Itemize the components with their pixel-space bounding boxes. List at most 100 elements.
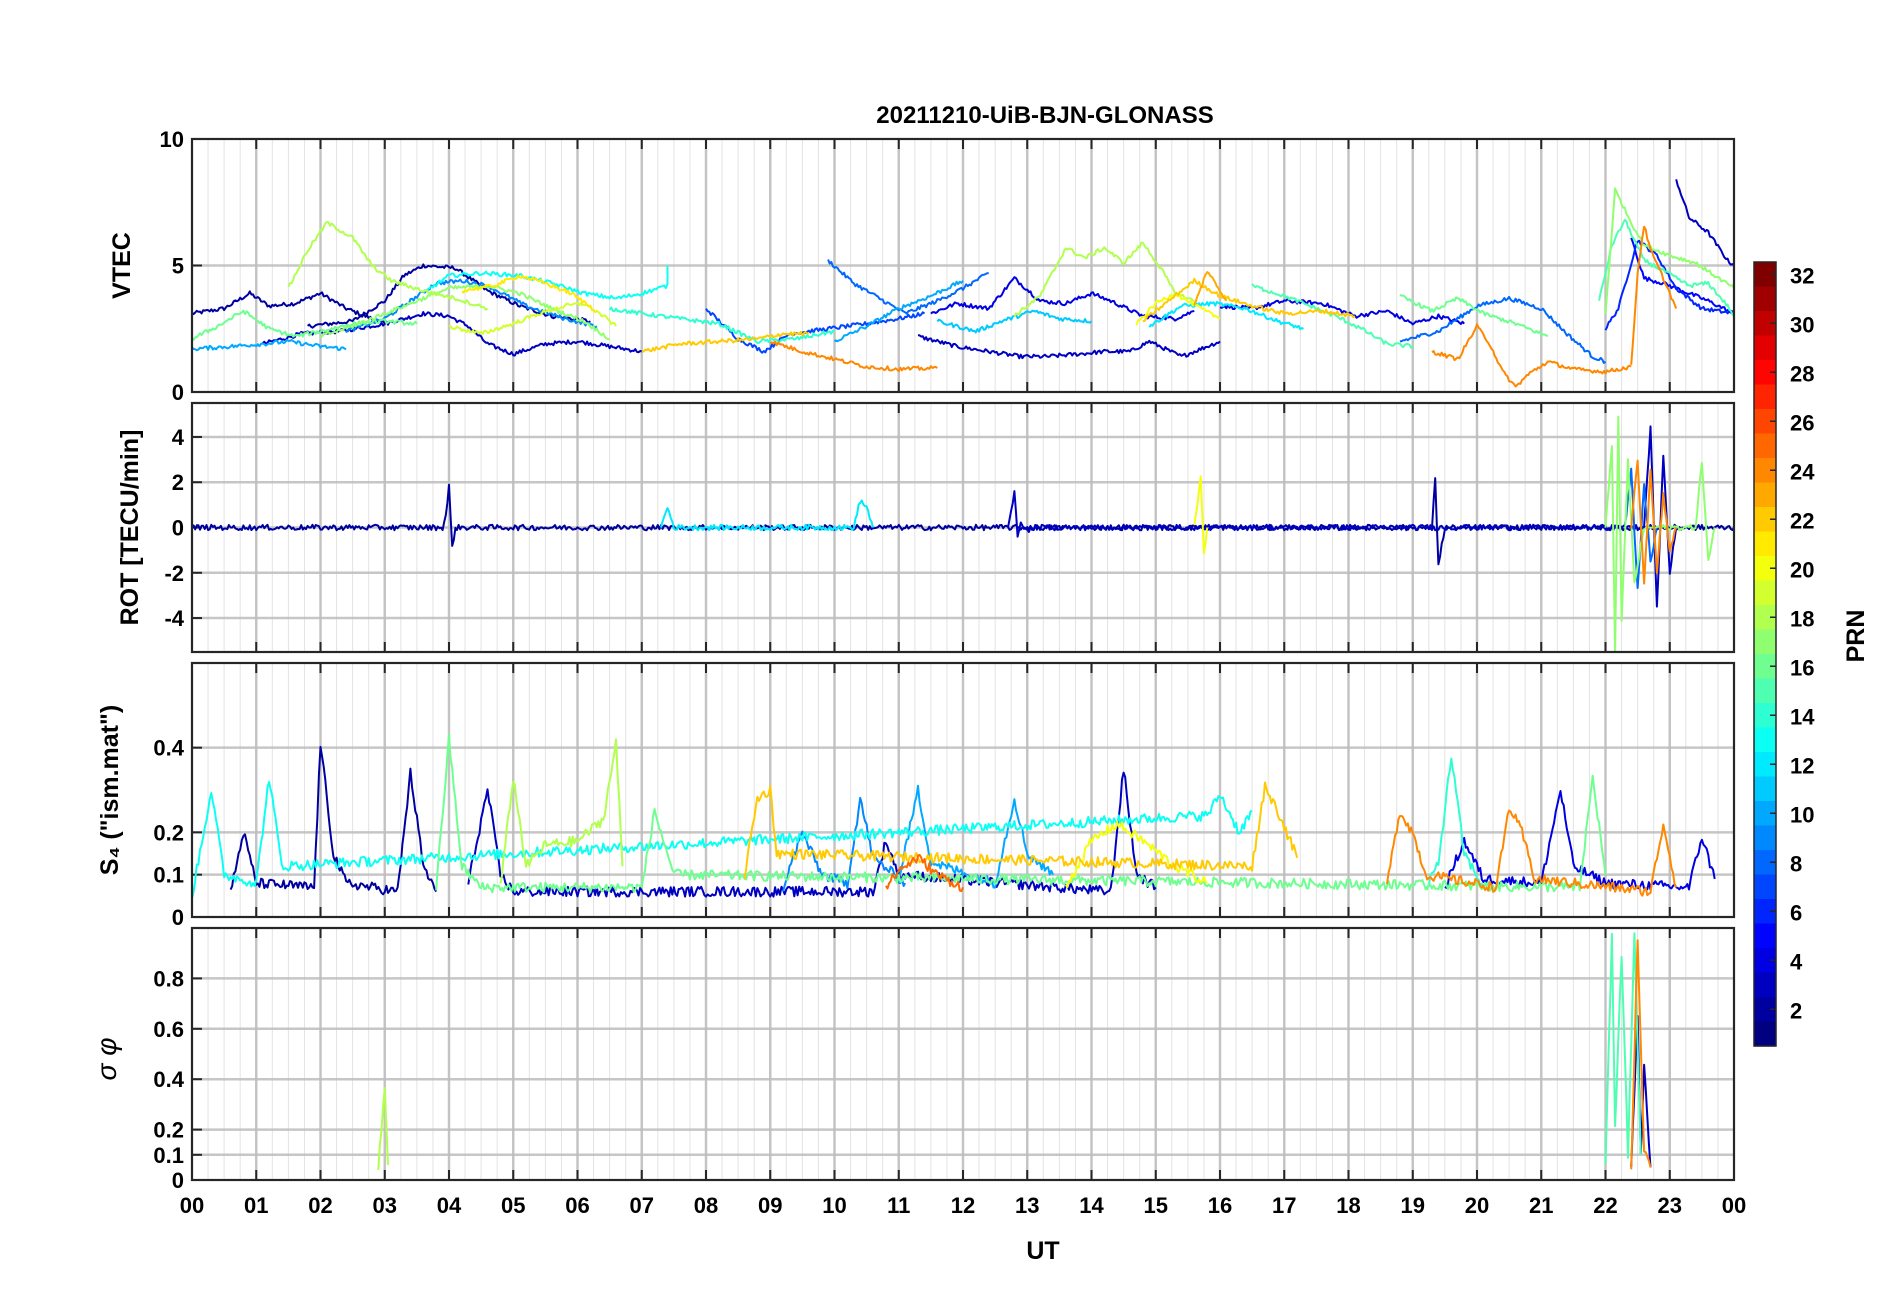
x-tick-label: 09 [758,1193,782,1218]
colorbar-band [1754,678,1776,704]
x-tick-label: 11 [887,1193,910,1218]
y-tick-label: -4 [164,606,184,631]
colorbar-tick-label: 22 [1790,508,1814,533]
series-line-prn-3 [1675,179,1734,267]
y-tick-label: 5 [172,254,184,279]
y-tick-label: 0.1 [153,1143,184,1168]
colorbar-band [1754,433,1776,459]
colorbar-tick-label: 12 [1790,753,1814,778]
y-tick-label: 0 [172,1168,184,1193]
colorbar-band [1754,482,1776,508]
colorbar-tick-label: 16 [1790,655,1814,680]
x-tick-label: 13 [1015,1193,1039,1218]
x-tick-label: 00 [1722,1193,1746,1218]
colorbar: 2468101214161820222426283032 [1753,261,1815,1047]
colorbar-tick-label: 32 [1790,263,1814,288]
x-tick-label: 05 [501,1193,525,1218]
series-line-prn-18 [1013,241,1195,318]
series-line-prn-20 [1193,475,1209,555]
panels-layer: 0510VTEC-4-2024ROT [TECU/min]00.10.20.4S… [91,127,1736,1193]
x-tick-label: 03 [373,1193,397,1218]
y-tick-label: 4 [172,425,185,450]
series-line-prn-2 [229,745,437,896]
colorbar-tick-label: 14 [1790,704,1815,729]
colorbar-band [1754,1021,1776,1047]
colorbar-band [1754,776,1776,802]
x-tick-label: 14 [1079,1193,1104,1218]
colorbar-band [1754,384,1776,410]
y-tick-label: 0.4 [153,1067,184,1092]
y-axis-label: ROT [TECU/min] [116,430,144,626]
chart-svg: 20211210-UiB-BJN-GLONASS 0510VTEC-4-2024… [91,102,1870,1265]
x-tick-label: 23 [1658,1193,1682,1218]
y-tick-label: 0.2 [153,820,184,845]
colorbar-tick-label: 26 [1790,410,1814,435]
y-tick-label: -2 [164,561,184,586]
colorbar-band [1754,531,1776,557]
x-tick-label: 00 [180,1193,204,1218]
colorbar-band [1754,580,1776,606]
colorbar-band [1754,972,1776,998]
y-tick-label: 0 [172,516,184,541]
series-line-prn-8 [1399,295,1607,364]
x-tick-label: 12 [951,1193,975,1218]
y-axis-label: σ φ [91,1038,122,1081]
colorbar-band [1754,286,1776,312]
x-tick-label: 06 [565,1193,589,1218]
x-tick-label: 08 [694,1193,718,1218]
series-group [377,932,1652,1171]
x-tick-label: 20 [1465,1193,1489,1218]
series-line-prn-16 [435,733,1607,894]
colorbar-band [1754,629,1776,655]
colorbar-tick-label: 20 [1790,557,1814,582]
colorbar-tick-label: 8 [1790,851,1802,876]
series-line-prn-24 [1431,323,1632,388]
panel-sigma_phi: 00.10.2 0.4 0.6 0.8 σ φ [91,926,1736,1193]
y-tick-label: 0.1 [153,863,184,888]
x-tick-label: 21 [1529,1193,1553,1218]
series-line-prn-24 [769,340,938,373]
x-tick-label: 19 [1401,1193,1425,1218]
x-tick-label: 18 [1336,1193,1360,1218]
colorbar-tick-label: 2 [1790,998,1802,1023]
x-tick-label: 22 [1593,1193,1617,1218]
colorbar-label: PRN [1842,610,1870,663]
series-line-prn-14 [1424,757,1485,891]
colorbar-tick-label: 24 [1790,459,1815,484]
x-tick-label: 10 [822,1193,846,1218]
colorbar-band [1754,727,1776,753]
series-line-prn-3 [1007,425,1678,608]
series-line-prn-23 [1193,271,1228,306]
colorbar-tick-label: 6 [1790,900,1802,925]
y-axis-label: VTEC [108,232,136,299]
x-tick-label: 07 [630,1193,654,1218]
series-line-prn-22 [743,781,1299,880]
series-line-prn-20 [1135,293,1221,326]
colorbar-band [1754,874,1776,900]
x-axis-label: UT [1026,1237,1059,1265]
y-tick-label: 0.6 [153,1017,184,1042]
colorbar-tick-label: 28 [1790,361,1814,386]
colorbar-tick-label: 30 [1790,312,1814,337]
x-tick-label: 17 [1272,1193,1296,1218]
panel-vtec: 0 5 10 VTEC [108,127,1736,405]
chart-figure: 20211210-UiB-BJN-GLONASS 0 5 10 VTEC -4 -2 0 2 4… [0,0,1902,1292]
y-tick-label: 10 [160,127,184,152]
colorbar-tick-label: 18 [1790,606,1814,631]
colorbar-band [1754,825,1776,851]
series-line-prn-4 [1219,298,1465,326]
panel-rot: -4 -2 0 2 4 ROT [TECU/min] [116,401,1736,654]
series-line-prn-22 [641,330,810,353]
y-tick-label: 0 [172,905,184,930]
x-tick-label: 02 [308,1193,332,1218]
x-tick-label: 04 [437,1193,462,1218]
series-line-prn-22 [1142,277,1356,323]
colorbar-band [1754,335,1776,361]
x-tick-label: 01 [244,1193,268,1218]
x-axis: 00 01 02 03 04 05 06 07 08 09 10 11 12 13 14 15 16 17 18 19… [180,1193,1746,1218]
y-tick-label: 0.8 [153,966,184,991]
series-line-prn-11 [936,309,1093,334]
y-tick-label: 0 [172,380,184,405]
colorbar-tick-label: 4 [1790,949,1803,974]
y-tick-label: 0.2 [153,1118,184,1143]
